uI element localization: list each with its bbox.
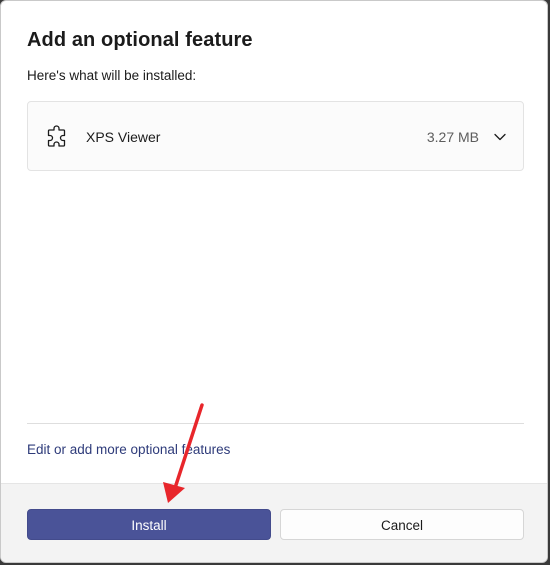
install-button[interactable]: Install bbox=[27, 509, 271, 540]
chevron-down-icon[interactable] bbox=[493, 130, 507, 144]
dialog-footer: Install Cancel bbox=[1, 483, 547, 562]
optional-feature-dialog: Add an optional feature Here's what will… bbox=[0, 0, 548, 563]
cancel-button[interactable]: Cancel bbox=[280, 509, 524, 540]
feature-card[interactable]: XPS Viewer 3.27 MB bbox=[27, 101, 524, 171]
divider bbox=[27, 423, 524, 424]
edit-optional-features-link[interactable]: Edit or add more optional features bbox=[27, 442, 230, 457]
feature-size: 3.27 MB bbox=[426, 129, 479, 145]
dialog-title: Add an optional feature bbox=[27, 29, 253, 51]
puzzle-icon bbox=[47, 125, 66, 147]
feature-name: XPS Viewer bbox=[86, 129, 161, 145]
dialog-subtitle: Here's what will be installed: bbox=[27, 68, 197, 83]
